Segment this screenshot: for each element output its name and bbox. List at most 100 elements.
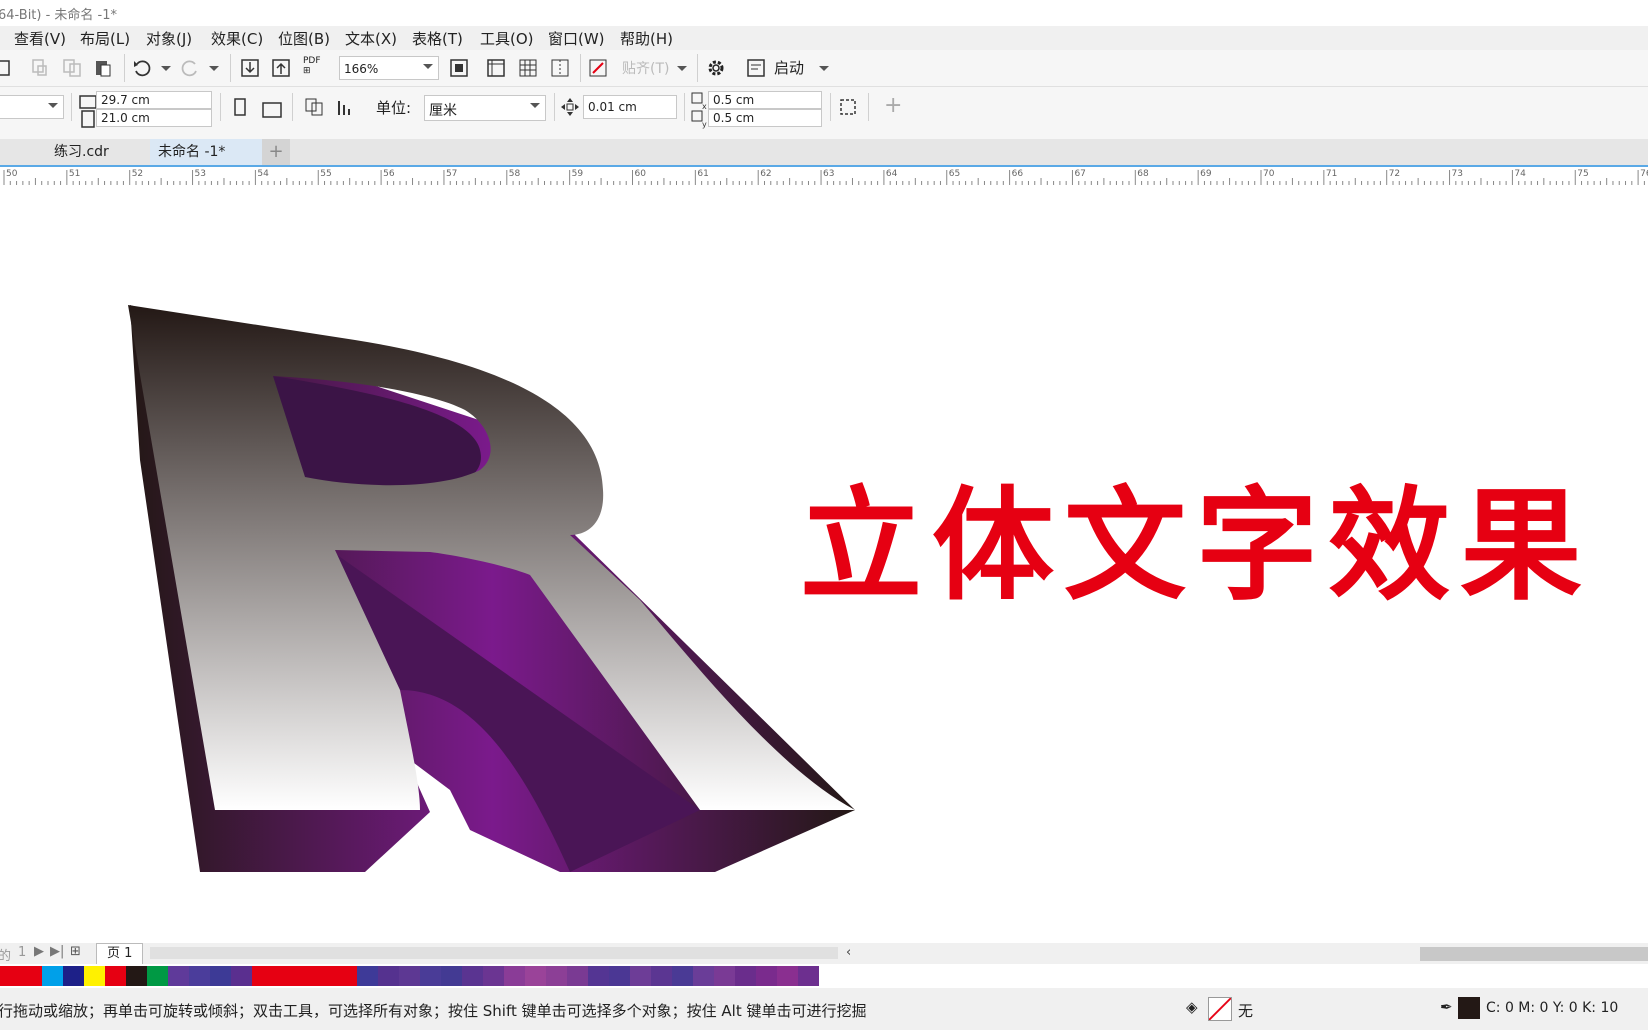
duplicate-y-field[interactable]: 0.5 cm bbox=[708, 109, 822, 127]
horizontal-ruler[interactable]: 50 51 52 53 54 55 56 57 58 59 60 61 62 63 64 65 66 67 68 69… bbox=[0, 165, 1648, 187]
palette-swatch[interactable] bbox=[21, 966, 42, 986]
nudge-distance-field[interactable]: 0.01 cm bbox=[583, 95, 677, 119]
palette-swatch[interactable] bbox=[693, 966, 714, 986]
palette-swatch[interactable] bbox=[399, 966, 420, 986]
outline-color-swatch[interactable] bbox=[1458, 997, 1480, 1019]
snap-dropdown-icon[interactable] bbox=[672, 58, 692, 78]
outline-pen-icon[interactable]: ✒ bbox=[1440, 998, 1453, 1016]
menu-view[interactable]: 查看(V) bbox=[14, 28, 66, 49]
menu-text[interactable]: 文本(X) bbox=[345, 28, 397, 49]
all-pages-icon[interactable] bbox=[304, 97, 324, 117]
menu-bitmap[interactable]: 位图(B) bbox=[278, 28, 330, 49]
page-size-dropdown[interactable] bbox=[0, 95, 64, 119]
palette-swatch[interactable] bbox=[294, 966, 315, 986]
page-height-field[interactable]: 29.7 cm bbox=[96, 91, 212, 109]
undo-dropdown-icon[interactable] bbox=[156, 58, 176, 78]
drawing-canvas[interactable]: 立体文字效果 bbox=[0, 185, 1648, 943]
paste-icon[interactable] bbox=[93, 58, 113, 78]
palette-swatch[interactable] bbox=[777, 966, 798, 986]
palette-swatch[interactable] bbox=[546, 966, 567, 986]
horizontal-scroll-track[interactable] bbox=[150, 947, 838, 959]
snap-to-label[interactable]: 贴齐(T) bbox=[622, 58, 669, 78]
menu-table[interactable]: 表格(T) bbox=[412, 28, 463, 49]
palette-swatch[interactable] bbox=[357, 966, 378, 986]
show-grid-icon[interactable] bbox=[518, 58, 538, 78]
menu-effects[interactable]: 效果(C) bbox=[211, 28, 263, 49]
undo-icon[interactable] bbox=[132, 58, 152, 78]
palette-swatch[interactable] bbox=[609, 966, 630, 986]
palette-swatch[interactable] bbox=[231, 966, 252, 986]
menu-window[interactable]: 窗口(W) bbox=[548, 28, 605, 49]
palette-swatch[interactable] bbox=[756, 966, 777, 986]
redo-dropdown-icon[interactable] bbox=[204, 58, 224, 78]
palette-swatch[interactable] bbox=[525, 966, 546, 986]
application-launcher-icon[interactable] bbox=[746, 58, 766, 78]
palette-swatch[interactable] bbox=[147, 966, 168, 986]
palette-swatch[interactable] bbox=[462, 966, 483, 986]
export-icon[interactable] bbox=[0, 58, 14, 78]
portrait-icon[interactable] bbox=[230, 97, 250, 117]
full-screen-icon[interactable] bbox=[449, 58, 469, 78]
tab-untitled[interactable]: 未命名 -1* bbox=[150, 139, 262, 165]
no-fill-swatch[interactable] bbox=[1208, 997, 1232, 1021]
show-rulers-icon[interactable] bbox=[486, 58, 506, 78]
unit-dropdown[interactable]: 厘米 bbox=[424, 95, 546, 121]
menu-layout[interactable]: 布局(L) bbox=[80, 28, 130, 49]
palette-swatch[interactable] bbox=[441, 966, 462, 986]
palette-swatch[interactable] bbox=[630, 966, 651, 986]
palette-swatch[interactable] bbox=[189, 966, 210, 986]
palette-swatch[interactable] bbox=[315, 966, 336, 986]
palette-swatch[interactable] bbox=[336, 966, 357, 986]
horizontal-scroll-thumb[interactable] bbox=[1420, 947, 1648, 961]
scroll-left-icon[interactable]: ‹ bbox=[846, 945, 851, 960]
palette-swatch[interactable] bbox=[567, 966, 588, 986]
tab-exercise[interactable]: 练习.cdr bbox=[0, 139, 150, 165]
palette-swatch[interactable] bbox=[42, 966, 63, 986]
palette-swatch[interactable] bbox=[210, 966, 231, 986]
new-tab-button[interactable]: + bbox=[262, 139, 290, 165]
last-page-icon[interactable]: ▶| bbox=[50, 944, 64, 959]
current-page-icon[interactable] bbox=[336, 97, 356, 117]
landscape-icon[interactable] bbox=[262, 99, 282, 119]
add-property-button[interactable]: + bbox=[884, 93, 902, 118]
palette-swatch[interactable] bbox=[588, 966, 609, 986]
palette-swatch[interactable] bbox=[735, 966, 756, 986]
palette-swatch[interactable] bbox=[126, 966, 147, 986]
page-tab[interactable]: 页 1 bbox=[96, 943, 144, 964]
treat-as-filled-icon[interactable] bbox=[838, 97, 858, 117]
next-page-icon[interactable]: ▶ bbox=[34, 944, 44, 959]
launch-dropdown-icon[interactable] bbox=[814, 58, 834, 78]
zoom-level-field[interactable]: 166% bbox=[339, 56, 439, 80]
palette-swatch[interactable] bbox=[63, 966, 84, 986]
palette-swatch[interactable] bbox=[798, 966, 819, 986]
publish-pdf-button[interactable]: PDF ⊞ bbox=[303, 56, 321, 76]
fill-bucket-icon[interactable]: ◈ bbox=[1186, 998, 1198, 1016]
palette-swatch[interactable] bbox=[105, 966, 126, 986]
palette-swatch[interactable] bbox=[0, 966, 21, 986]
launch-label[interactable]: 启动 bbox=[774, 57, 804, 78]
menu-help[interactable]: 帮助(H) bbox=[620, 28, 673, 49]
palette-swatch[interactable] bbox=[651, 966, 672, 986]
palette-swatch[interactable] bbox=[504, 966, 525, 986]
snap-off-icon[interactable] bbox=[588, 58, 608, 78]
canvas-heading[interactable]: 立体文字效果 bbox=[800, 485, 1592, 607]
palette-swatch[interactable] bbox=[420, 966, 441, 986]
palette-swatch[interactable] bbox=[378, 966, 399, 986]
redo-icon[interactable] bbox=[180, 58, 200, 78]
palette-swatch[interactable] bbox=[84, 966, 105, 986]
page-width-field[interactable]: 21.0 cm bbox=[96, 109, 212, 127]
options-gear-icon[interactable] bbox=[706, 58, 726, 78]
palette-swatch[interactable] bbox=[714, 966, 735, 986]
cut-icon[interactable] bbox=[30, 58, 50, 78]
palette-swatch[interactable] bbox=[168, 966, 189, 986]
palette-swatch[interactable] bbox=[252, 966, 273, 986]
show-guidelines-icon[interactable] bbox=[550, 58, 570, 78]
copy-icon[interactable] bbox=[62, 58, 82, 78]
palette-swatch[interactable] bbox=[273, 966, 294, 986]
export-file-icon[interactable] bbox=[271, 58, 291, 78]
duplicate-x-field[interactable]: 0.5 cm bbox=[708, 91, 822, 109]
menu-tools[interactable]: 工具(O) bbox=[480, 28, 534, 49]
import-icon[interactable] bbox=[240, 58, 260, 78]
menu-object[interactable]: 对象(J) bbox=[146, 28, 192, 49]
add-page-icon[interactable]: ⊞ bbox=[70, 944, 81, 959]
